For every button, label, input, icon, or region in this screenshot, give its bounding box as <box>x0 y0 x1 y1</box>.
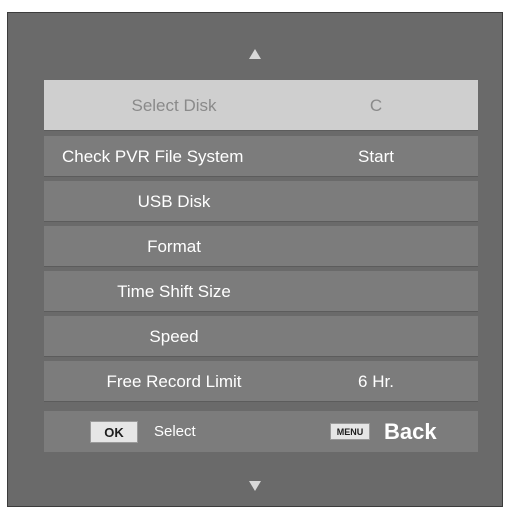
menu-item-time-shift-size[interactable]: Time Shift Size <box>44 271 478 312</box>
menu-item-label: Select Disk <box>131 95 217 115</box>
menu-item-format[interactable]: Format <box>44 226 478 267</box>
ok-key-hint-label: Select <box>154 423 196 440</box>
menu-item-value: C <box>369 95 383 115</box>
menu-item-label: Speed <box>149 326 199 346</box>
menu-item-free-record-limit[interactable]: Free Record Limit 6 Hr. <box>44 361 478 402</box>
pvr-settings-panel: Select Disk C Check PVR File System Star… <box>7 12 503 507</box>
scroll-up-arrow-icon[interactable] <box>249 49 261 59</box>
pvr-settings-menu: Select Disk C Check PVR File System Star… <box>44 80 478 406</box>
menu-item-select-disk[interactable]: Select Disk C <box>44 80 478 131</box>
menu-key-icon[interactable]: MENU <box>330 423 370 440</box>
key-hint-bar: OK Select MENU Back <box>44 411 478 452</box>
menu-item-value <box>306 181 446 222</box>
menu-item-value <box>306 316 446 357</box>
menu-item-label: USB Disk <box>137 191 211 211</box>
menu-item-speed[interactable]: Speed <box>44 316 478 357</box>
menu-item-label: Time Shift Size <box>117 281 231 301</box>
menu-item-value <box>306 271 446 312</box>
menu-item-label: Format <box>147 236 201 256</box>
menu-item-label: Free Record Limit <box>106 371 242 391</box>
menu-item-usb-disk[interactable]: USB Disk <box>44 181 478 222</box>
menu-item-label: Check PVR File System <box>62 146 244 166</box>
menu-item-value <box>306 226 446 267</box>
ok-key-icon[interactable]: OK <box>90 421 138 443</box>
scroll-down-arrow-icon[interactable] <box>249 481 261 491</box>
menu-item-value: 6 Hr. <box>358 371 394 391</box>
back-hint-label: Back <box>384 418 437 444</box>
menu-item-check-pvr-file-system[interactable]: Check PVR File System Start <box>44 136 478 177</box>
menu-item-value: Start <box>358 146 394 166</box>
